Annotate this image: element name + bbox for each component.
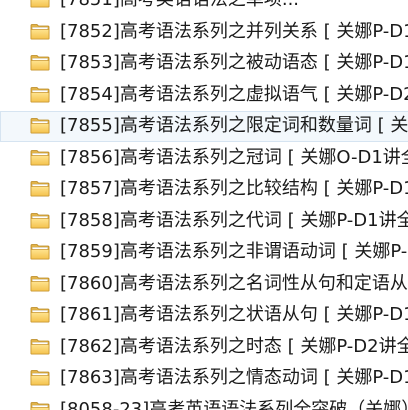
folder-icon bbox=[30, 401, 50, 410]
folder-row[interactable]: [7856]高考语法系列之冠词 [ 关娜O-D1讲全 bbox=[0, 143, 408, 174]
folder-row[interactable]: [7853]高考语法系列之被动语态 [ 关娜P-D1 bbox=[0, 48, 408, 79]
folder-row[interactable]: [8058-23]高考英语语法系列全突破（关娜） bbox=[0, 395, 408, 410]
folder-name: [7859]高考语法系列之非谓语动词 [ 关娜P-D bbox=[60, 241, 408, 262]
folder-name: [7851]高考英语语法之单项... bbox=[60, 0, 299, 12]
folder-row[interactable]: [7859]高考语法系列之非谓语动词 [ 关娜P-D bbox=[0, 237, 408, 268]
folder-icon bbox=[30, 212, 50, 229]
folder-name: [7853]高考语法系列之被动语态 [ 关娜P-D1 bbox=[60, 52, 408, 73]
folder-icon bbox=[30, 243, 50, 260]
folder-icon bbox=[30, 117, 50, 134]
folder-name: [7862]高考语法系列之时态 [ 关娜P-D2讲全 bbox=[60, 335, 408, 357]
folder-icon bbox=[30, 338, 50, 355]
folder-name: [7856]高考语法系列之冠词 [ 关娜O-D1讲全 bbox=[60, 146, 408, 168]
folder-row[interactable]: [7851]高考英语语法之单项... bbox=[0, 0, 408, 16]
folder-name: [7860]高考语法系列之名词性从句和定语从句 bbox=[60, 272, 408, 294]
folder-name: [7852]高考语法系列之并列关系 [ 关娜P-D1 bbox=[60, 20, 408, 42]
folder-row[interactable]: [7852]高考语法系列之并列关系 [ 关娜P-D1 bbox=[0, 17, 408, 48]
folder-name: [7861]高考语法系列之状语从句 [ 关娜P-D1 bbox=[60, 304, 408, 325]
folder-icon bbox=[30, 54, 50, 71]
folder-icon bbox=[30, 86, 50, 103]
folder-name: [8058-23]高考英语语法系列全突破（关娜） bbox=[60, 398, 408, 410]
folder-name: [7863]高考语法系列之情态动词 [ 关娜P-D1 bbox=[60, 367, 408, 388]
folder-icon bbox=[30, 369, 50, 386]
folder-row[interactable]: [7854]高考语法系列之虚拟语气 [ 关娜P-D2 bbox=[0, 80, 408, 111]
file-list: [7851]高考英语语法之单项... [7852]高考语法系列之并列关系 [ 关娜… bbox=[0, 0, 408, 410]
folder-icon bbox=[30, 306, 50, 323]
folder-name: [7858]高考语法系列之代词 [ 关娜P-D1讲全 bbox=[60, 209, 408, 231]
folder-icon bbox=[30, 180, 50, 197]
folder-name: [7854]高考语法系列之虚拟语气 [ 关娜P-D2 bbox=[60, 83, 408, 105]
folder-icon bbox=[30, 23, 50, 40]
folder-row[interactable]: [7861]高考语法系列之状语从句 [ 关娜P-D1 bbox=[0, 300, 408, 331]
folder-icon bbox=[30, 149, 50, 166]
folder-icon bbox=[30, 0, 50, 8]
folder-row[interactable]: [7863]高考语法系列之情态动词 [ 关娜P-D1 bbox=[0, 363, 408, 394]
folder-row[interactable]: [7860]高考语法系列之名词性从句和定语从句 bbox=[0, 269, 408, 300]
folder-row[interactable]: [7858]高考语法系列之代词 [ 关娜P-D1讲全 bbox=[0, 206, 408, 237]
folder-row[interactable]: [7855]高考语法系列之限定词和数量词 [ 关娜 bbox=[0, 111, 408, 142]
folder-name: [7857]高考语法系列之比较结构 [ 关娜P-D1 bbox=[60, 178, 408, 199]
folder-row[interactable]: [7857]高考语法系列之比较结构 [ 关娜P-D1 bbox=[0, 174, 408, 205]
folder-row[interactable]: [7862]高考语法系列之时态 [ 关娜P-D2讲全 bbox=[0, 332, 408, 363]
folder-name: [7855]高考语法系列之限定词和数量词 [ 关娜 bbox=[60, 115, 408, 136]
folder-icon bbox=[30, 275, 50, 292]
